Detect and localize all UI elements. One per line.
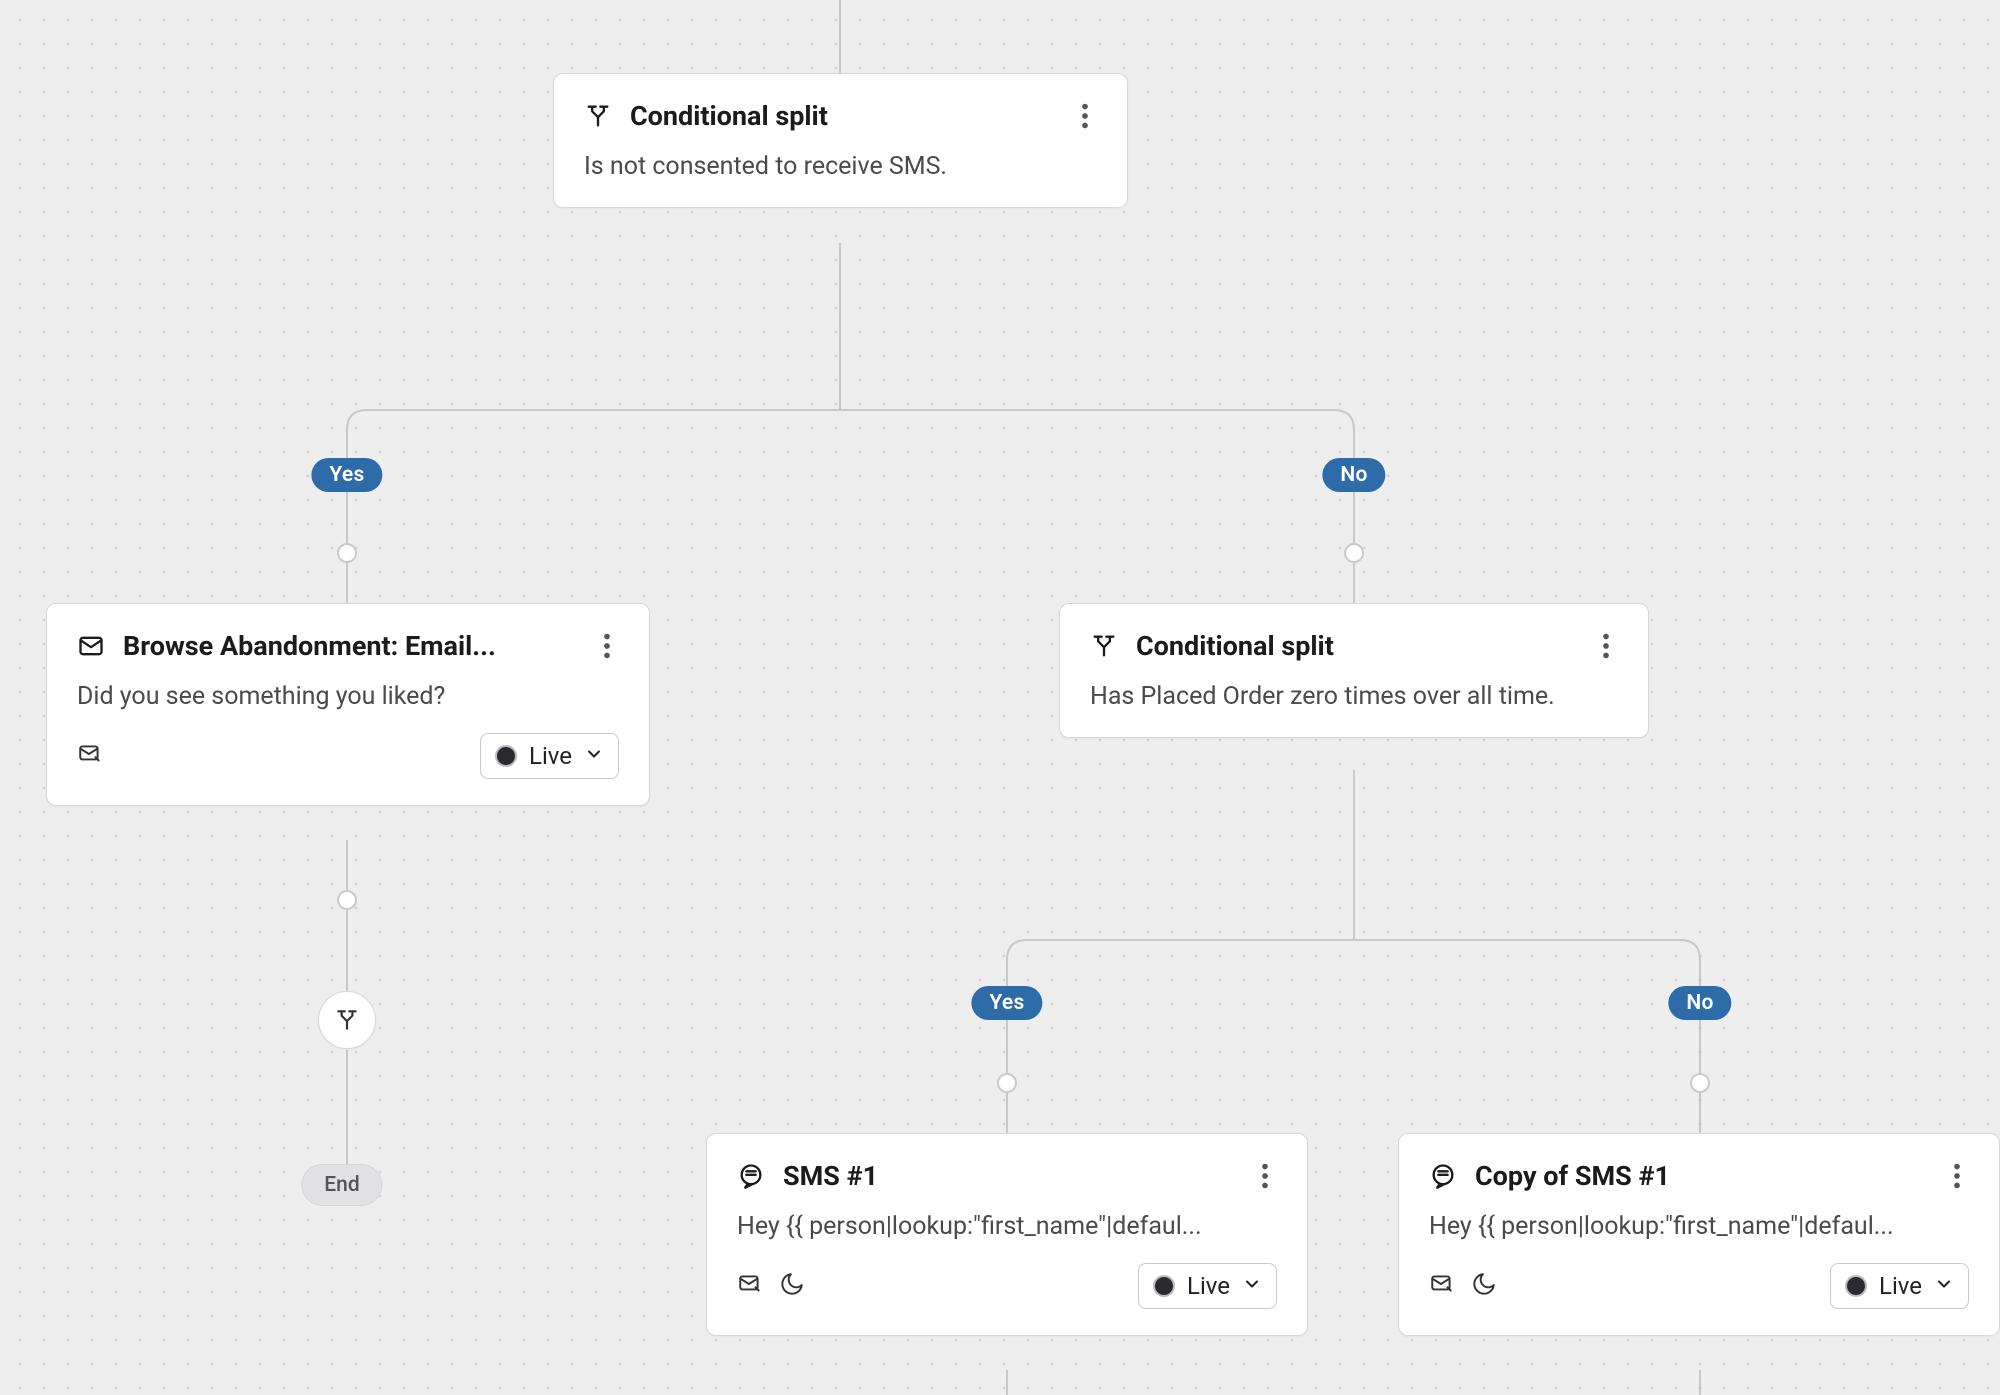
more-icon[interactable] xyxy=(595,631,619,661)
node-conditional-split[interactable]: Conditional split Has Placed Order zero … xyxy=(1059,603,1649,738)
node-description: Did you see something you liked? xyxy=(77,682,619,711)
status-label: Live xyxy=(1879,1272,1922,1300)
smart-send-icon xyxy=(1429,1271,1455,1301)
branch-label-yes: Yes xyxy=(971,986,1042,1020)
node-title: Conditional split xyxy=(630,100,1055,132)
connector-dot xyxy=(1344,543,1364,563)
more-icon[interactable] xyxy=(1945,1161,1969,1191)
more-icon[interactable] xyxy=(1073,101,1097,131)
sms-icon xyxy=(1429,1162,1457,1190)
more-icon[interactable] xyxy=(1253,1161,1277,1191)
split-icon xyxy=(1090,632,1118,660)
node-email[interactable]: Browse Abandonment: Email... Did you see… xyxy=(46,603,650,806)
branch-label-no: No xyxy=(1668,986,1731,1020)
status-dropdown[interactable]: Live xyxy=(480,733,619,779)
connector-dot xyxy=(1690,1073,1710,1093)
node-title: Browse Abandonment: Email... xyxy=(123,630,577,662)
status-dropdown[interactable]: Live xyxy=(1830,1263,1969,1309)
branch-label-yes: Yes xyxy=(311,458,382,492)
connector-dot xyxy=(337,890,357,910)
connector-dot xyxy=(337,543,357,563)
status-label: Live xyxy=(529,742,572,770)
mail-icon xyxy=(77,632,105,660)
node-title: Copy of SMS #1 xyxy=(1475,1160,1927,1192)
connector-dot xyxy=(997,1073,1017,1093)
split-icon xyxy=(584,102,612,130)
node-description: Hey {{ person|lookup:"first_name"|defaul… xyxy=(737,1212,1277,1241)
node-description: Has Placed Order zero times over all tim… xyxy=(1090,682,1618,711)
status-dot-icon xyxy=(1845,1275,1867,1297)
chevron-down-icon xyxy=(1242,1272,1262,1300)
chevron-down-icon xyxy=(1934,1272,1954,1300)
split-icon xyxy=(334,1007,360,1033)
quiet-hours-icon xyxy=(779,1271,805,1301)
node-description: Is not consented to receive SMS. xyxy=(584,152,1097,181)
node-sms[interactable]: SMS #1 Hey {{ person|lookup:"first_name"… xyxy=(706,1133,1308,1336)
node-title: Conditional split xyxy=(1136,630,1576,662)
status-label: Live xyxy=(1187,1272,1230,1300)
node-description: Hey {{ person|lookup:"first_name"|defaul… xyxy=(1429,1212,1969,1241)
more-icon[interactable] xyxy=(1594,631,1618,661)
smart-send-icon xyxy=(77,741,103,771)
flow-canvas[interactable]: Conditional split Is not consented to re… xyxy=(0,0,2000,1395)
node-conditional-split[interactable]: Conditional split Is not consented to re… xyxy=(553,73,1128,208)
sms-icon xyxy=(737,1162,765,1190)
status-dot-icon xyxy=(1153,1275,1175,1297)
merge-node[interactable] xyxy=(318,991,376,1049)
end-node: End xyxy=(301,1164,382,1206)
smart-send-icon xyxy=(737,1271,763,1301)
chevron-down-icon xyxy=(584,742,604,770)
node-sms[interactable]: Copy of SMS #1 Hey {{ person|lookup:"fir… xyxy=(1398,1133,2000,1336)
quiet-hours-icon xyxy=(1471,1271,1497,1301)
branch-label-no: No xyxy=(1322,458,1385,492)
node-title: SMS #1 xyxy=(783,1160,1235,1192)
status-dropdown[interactable]: Live xyxy=(1138,1263,1277,1309)
status-dot-icon xyxy=(495,745,517,767)
